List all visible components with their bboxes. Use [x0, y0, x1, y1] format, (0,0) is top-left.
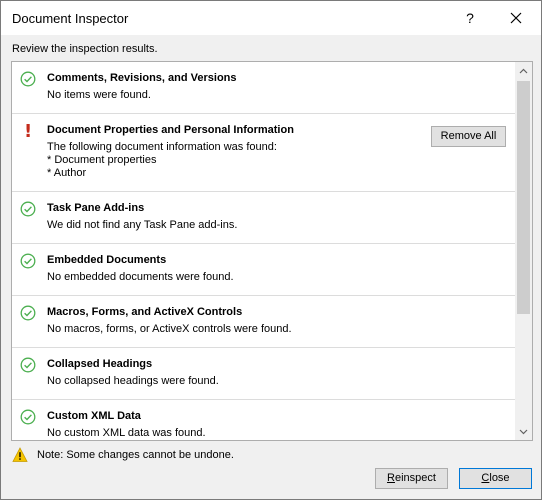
result-description: No items were found. [47, 89, 151, 101]
close-button[interactable]: Close [459, 468, 532, 489]
result-description: We did not find any Task Pane add-ins. [47, 219, 238, 231]
note-text: Note: Some changes cannot be undone. [37, 449, 234, 461]
note-area: Note: Some changes cannot be undone. [12, 447, 234, 463]
result-row: ! Document Properties and Personal Inform… [12, 114, 515, 192]
dialog-title: Document Inspector [12, 11, 129, 26]
close-window-button[interactable] [501, 6, 531, 30]
exclamation-icon: ! [24, 121, 33, 142]
result-row: Custom XML Data No custom XML data was fo… [12, 400, 515, 440]
result-title: Macros, Forms, and ActiveX Controls [47, 306, 243, 318]
remove-all-button[interactable]: Remove All [431, 126, 506, 147]
result-title: Embedded Documents [47, 254, 167, 266]
check-circle-icon [20, 305, 36, 321]
result-title: Task Pane Add-ins [47, 202, 145, 214]
instruction-text: Review the inspection results. [12, 43, 158, 55]
results-list: Comments, Revisions, and Versions No item… [11, 61, 533, 441]
chevron-up-icon [519, 68, 528, 73]
scroll-down-button[interactable] [515, 423, 532, 440]
help-button[interactable]: ? [455, 6, 485, 30]
result-description: No macros, forms, or ActiveX controls we… [47, 323, 292, 335]
chevron-down-icon [519, 429, 528, 434]
results-scrollbar[interactable] [515, 62, 532, 440]
result-description: No custom XML data was found. [47, 427, 206, 439]
result-title: Comments, Revisions, and Versions [47, 72, 237, 84]
result-description: No collapsed headings were found. [47, 375, 219, 387]
check-circle-icon [20, 71, 36, 87]
result-row: Comments, Revisions, and Versions No item… [12, 62, 515, 114]
result-description: No embedded documents were found. [47, 271, 234, 283]
result-row: Collapsed Headings No collapsed headings … [12, 348, 515, 400]
reinspect-mnemonic: R [387, 472, 395, 484]
check-circle-icon [20, 357, 36, 373]
check-circle-icon [20, 253, 36, 269]
reinspect-button[interactable]: Reinspect [375, 468, 448, 489]
check-circle-icon [20, 201, 36, 217]
check-circle-icon [20, 409, 36, 425]
document-inspector-dialog: Document Inspector ? Review the inspecti… [0, 0, 542, 500]
result-title: Custom XML Data [47, 410, 141, 422]
scroll-up-button[interactable] [515, 62, 532, 79]
result-title: Collapsed Headings [47, 358, 153, 370]
title-bar: Document Inspector ? [1, 1, 541, 35]
reinspect-label: einspect [394, 472, 436, 484]
result-description: The following document information was f… [47, 141, 277, 179]
results-rows: Comments, Revisions, and Versions No item… [12, 62, 515, 440]
close-label: lose [489, 472, 510, 484]
result-row: Macros, Forms, and ActiveX Controls No ma… [12, 296, 515, 348]
result-title: Document Properties and Personal Informa… [47, 124, 294, 136]
result-row: Task Pane Add-ins We did not find any Tas… [12, 192, 515, 244]
result-row: Embedded Documents No embedded documents … [12, 244, 515, 296]
warning-triangle-icon [12, 447, 28, 462]
scroll-thumb[interactable] [517, 81, 530, 314]
close-icon [510, 12, 522, 24]
